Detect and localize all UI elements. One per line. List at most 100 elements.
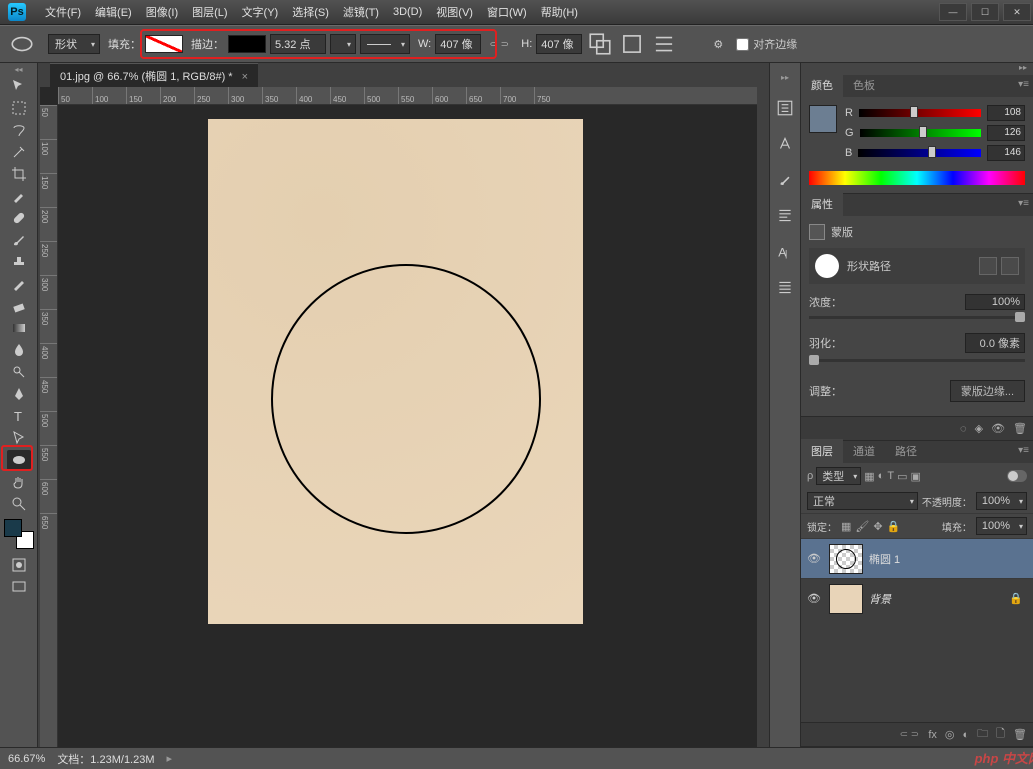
filter-adjust-icon[interactable]: ◐ (878, 470, 885, 482)
panel-menu-icon[interactable]: ▾≡ (1018, 445, 1029, 456)
b-slider[interactable] (858, 147, 981, 159)
doc-size[interactable]: 文档：1.23M/1.23M (57, 751, 154, 767)
navigator-panel-icon[interactable] (774, 277, 796, 299)
quickmask-tool[interactable] (7, 555, 31, 575)
align-edges-checkbox[interactable] (736, 38, 749, 51)
menu-edit[interactable]: 编辑(E) (88, 4, 139, 20)
document-tab[interactable]: 01.jpg @ 66.7% (椭圆 1, RGB/8#) * × (50, 63, 258, 88)
height-input[interactable] (536, 34, 582, 54)
shape-mode-select[interactable]: 形状 (48, 34, 100, 54)
ellipse-shape[interactable] (271, 264, 541, 534)
wand-tool[interactable] (7, 142, 31, 162)
gear-icon[interactable]: ⚙ (704, 33, 732, 55)
stroke-swatch[interactable] (228, 35, 266, 53)
panel-menu-icon[interactable]: ▾≡ (1018, 79, 1029, 90)
canvas[interactable] (58, 105, 757, 747)
stamp-tool[interactable] (7, 252, 31, 272)
layer-thumbnail[interactable] (829, 584, 863, 614)
color-preview[interactable] (809, 105, 837, 133)
path-arrange-icon[interactable] (650, 33, 678, 55)
link-layers-icon[interactable]: ⸦⸧ (898, 727, 920, 742)
layer-name[interactable]: 背景 (869, 591, 891, 607)
character-panel-icon[interactable] (774, 133, 796, 155)
crop-tool[interactable] (7, 164, 31, 184)
color-spectrum[interactable] (809, 171, 1025, 185)
stroke-width-dropdown[interactable] (330, 34, 356, 54)
paragraph-panel-icon[interactable] (774, 205, 796, 227)
ellipse-tool[interactable] (7, 450, 31, 470)
menu-filter[interactable]: 滤镜(T) (336, 4, 386, 20)
width-input[interactable] (435, 34, 481, 54)
zoom-tool[interactable] (7, 494, 31, 514)
panel-menu-icon[interactable]: ▾≡ (1018, 198, 1029, 209)
brush-tool[interactable] (7, 230, 31, 250)
horizontal-ruler[interactable]: 5010015020025030035040045050055060065070… (58, 87, 757, 105)
type-tool[interactable]: T (7, 406, 31, 426)
tab-layers[interactable]: 图层 (801, 439, 843, 463)
tab-paths[interactable]: 路径 (885, 439, 927, 463)
lock-all-icon[interactable]: 🔒 (887, 520, 901, 533)
vertical-ruler[interactable]: 50100150200250300350400450500550600650 (40, 105, 58, 747)
menu-select[interactable]: 选择(S) (285, 4, 336, 20)
healing-tool[interactable] (7, 208, 31, 228)
gradient-tool[interactable] (7, 318, 31, 338)
maximize-button[interactable]: ☐ (971, 3, 999, 21)
color-swatches[interactable] (4, 519, 34, 549)
feather-slider[interactable] (809, 359, 1025, 362)
opacity-value[interactable]: 100% (976, 492, 1027, 510)
delete-layer-icon[interactable]: 🗑 (1013, 728, 1027, 741)
pen-tool[interactable] (7, 384, 31, 404)
density-slider[interactable] (809, 316, 1025, 319)
disable-mask-icon[interactable]: 👁 (991, 422, 1005, 435)
brush-panel-icon[interactable] (774, 169, 796, 191)
blur-tool[interactable] (7, 340, 31, 360)
g-slider[interactable] (860, 127, 981, 139)
stroke-width-input[interactable] (270, 34, 326, 54)
mask-edge-button[interactable]: 蒙版边缘... (950, 380, 1025, 402)
load-sel-icon[interactable]: ◌ (960, 423, 967, 435)
menu-help[interactable]: 帮助(H) (534, 4, 585, 20)
density-value[interactable]: 100% (965, 294, 1025, 310)
delete-mask-icon[interactable]: 🗑 (1013, 422, 1027, 435)
tab-color[interactable]: 颜色 (801, 73, 843, 97)
menu-3d[interactable]: 3D(D) (386, 6, 429, 18)
zoom-level[interactable]: 66.67% (8, 753, 45, 765)
filter-shape-icon[interactable]: ▭ (897, 470, 907, 483)
layer-thumbnail[interactable] (829, 544, 863, 574)
layer-row[interactable]: 👁 背景 🔒 (801, 578, 1033, 618)
menu-view[interactable]: 视图(V) (429, 4, 480, 20)
feather-value[interactable]: 0.0 像素 (965, 333, 1025, 353)
tab-swatches[interactable]: 色板 (843, 73, 885, 97)
r-slider[interactable] (859, 107, 981, 119)
screenmode-tool[interactable] (7, 577, 31, 597)
b-value[interactable]: 146 (987, 145, 1025, 161)
collapse-icon[interactable]: ◂◂ (0, 65, 37, 75)
path-align-icon[interactable] (618, 33, 646, 55)
foreground-color[interactable] (4, 519, 22, 537)
filter-smart-icon[interactable]: ▣ (910, 470, 920, 483)
menu-image[interactable]: 图像(I) (139, 4, 185, 20)
close-button[interactable]: ✕ (1003, 3, 1031, 21)
new-layer-icon[interactable]: 🗋 (996, 725, 1005, 744)
eraser-tool[interactable] (7, 296, 31, 316)
filter-type-icon2[interactable]: T (887, 470, 894, 482)
fill-swatch[interactable] (145, 35, 183, 53)
lock-pixels-icon[interactable]: 🖌 (855, 520, 869, 533)
add-mask-icon[interactable]: ◎ (945, 728, 955, 741)
filter-type-select[interactable]: 类型 (816, 467, 861, 485)
hand-tool[interactable] (7, 472, 31, 492)
blend-mode-select[interactable]: 正常 (807, 492, 918, 510)
close-tab-icon[interactable]: × (242, 71, 248, 83)
history-brush-tool[interactable] (7, 274, 31, 294)
path-ops-icon[interactable] (586, 33, 614, 55)
layer-fx-icon[interactable]: fx (928, 729, 937, 741)
expand-panels-icon[interactable]: ▸▸ (770, 73, 800, 83)
menu-type[interactable]: 文字(Y) (235, 4, 286, 20)
r-value[interactable]: 108 (987, 105, 1025, 121)
filter-toggle[interactable] (1007, 470, 1027, 482)
path-select-tool[interactable] (7, 428, 31, 448)
menu-layer[interactable]: 图层(L) (185, 4, 234, 20)
layer-row[interactable]: 👁 椭圆 1 (801, 538, 1033, 578)
tab-channels[interactable]: 通道 (843, 439, 885, 463)
lock-position-icon[interactable]: ✥ (873, 520, 882, 533)
